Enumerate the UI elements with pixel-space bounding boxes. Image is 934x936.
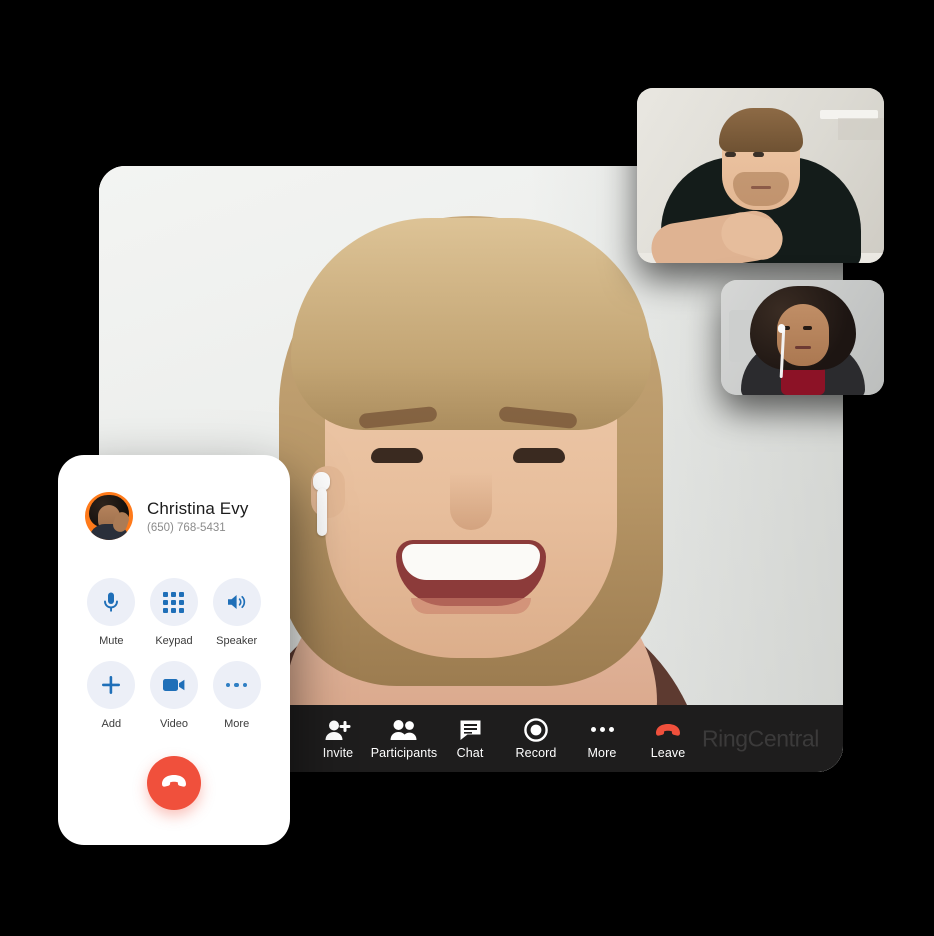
toolbar-label-record: Record: [515, 745, 557, 760]
phone-call-card: Christina Evy (650) 768-5431 Mute Keypad…: [58, 455, 290, 845]
ringcentral-logo-text: RingCentral: [701, 725, 819, 751]
earphone-icon: [778, 324, 785, 333]
caller-number: (650) 768-5431: [147, 521, 226, 534]
call-button-more[interactable]: More: [205, 661, 268, 730]
call-label-speaker: Speaker: [216, 635, 258, 647]
record-icon: [524, 717, 548, 742]
hangup-icon: [653, 718, 683, 742]
screenshot-stage: Invite Participants Chat Record More Lea…: [0, 0, 934, 936]
call-button-speaker[interactable]: Speaker: [205, 578, 268, 647]
people-icon: [390, 718, 418, 742]
toolbar-button-more[interactable]: More: [569, 718, 635, 760]
plus-icon: [87, 661, 136, 709]
hangup-icon: [159, 772, 189, 795]
speaker-icon: [212, 578, 261, 626]
ellipsis-icon: [590, 718, 614, 742]
call-label-keypad: Keypad: [155, 635, 193, 647]
toolbar-label-participants: Participants: [370, 745, 438, 760]
call-button-add[interactable]: Add: [80, 661, 143, 730]
toolbar-label-invite: Invite: [322, 745, 354, 760]
end-call-button[interactable]: [147, 756, 201, 810]
call-button-keypad[interactable]: Keypad: [143, 578, 206, 647]
call-label-mute: Mute: [99, 635, 124, 647]
call-label-more: More: [224, 718, 250, 730]
call-label-video: Video: [160, 718, 188, 730]
avatar: [85, 492, 133, 540]
participant-thumbnail-2[interactable]: [721, 280, 884, 395]
toolbar-button-chat[interactable]: Chat: [437, 718, 503, 760]
person-add-icon: [325, 718, 351, 742]
caller-name: Christina Evy: [147, 498, 249, 518]
caller-info: Christina Evy (650) 768-5431: [58, 455, 290, 540]
toolbar-button-leave[interactable]: Leave: [635, 718, 701, 760]
call-label-add: Add: [101, 718, 122, 730]
ellipsis-icon: [212, 661, 261, 709]
call-button-mute[interactable]: Mute: [80, 578, 143, 647]
toolbar-button-participants[interactable]: Participants: [371, 718, 437, 760]
chat-bubble-icon: [459, 718, 482, 742]
toolbar-label-leave: Leave: [650, 745, 686, 760]
toolbar-label-chat: Chat: [456, 745, 484, 760]
call-controls-grid: Mute Keypad Speaker Add Video More: [80, 578, 268, 730]
toolbar-button-invite[interactable]: Invite: [305, 718, 371, 760]
participant-thumbnail-1[interactable]: [637, 88, 884, 263]
video-camera-icon: [149, 661, 198, 709]
keypad-icon: [149, 578, 198, 626]
ringcentral-logo: RingCentral: [702, 725, 819, 752]
toolbar-label-more: More: [587, 745, 617, 760]
call-button-video[interactable]: Video: [143, 661, 206, 730]
end-call-row: [58, 756, 290, 810]
microphone-icon: [87, 578, 136, 626]
toolbar-button-record[interactable]: Record: [503, 717, 569, 760]
